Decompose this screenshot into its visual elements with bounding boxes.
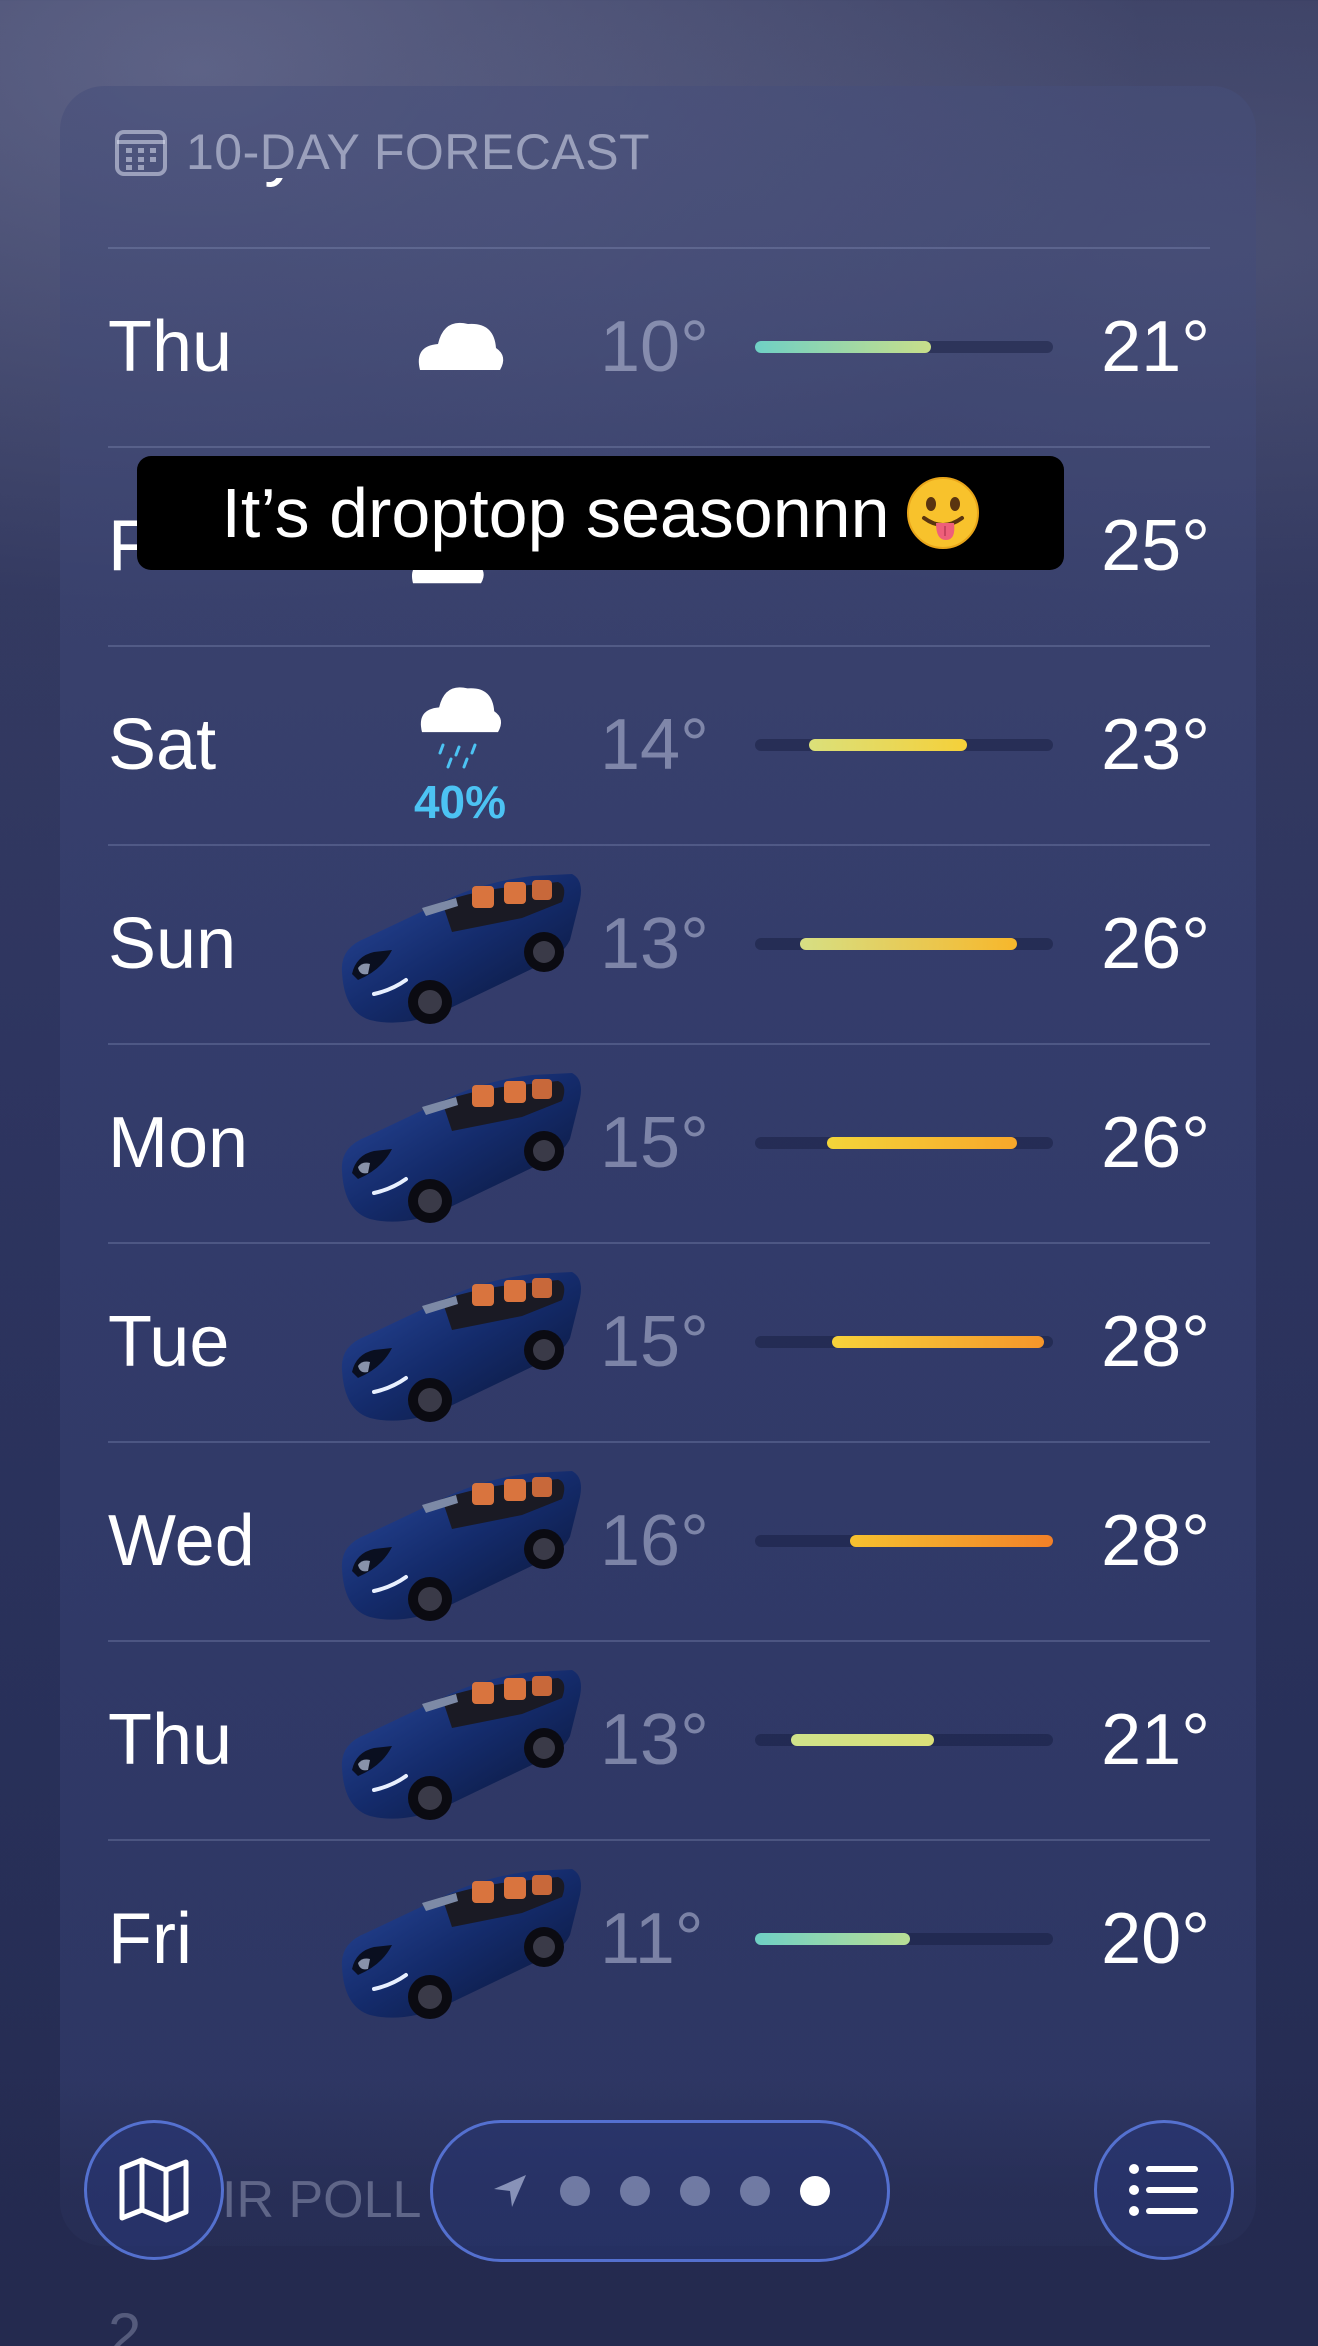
- convertible-car-image: [341, 874, 581, 1024]
- forecast-header: 10-DAY FORECAST: [114, 124, 650, 180]
- high-temperature: 21°: [1101, 307, 1210, 387]
- temperature-range-fill: [755, 341, 931, 353]
- forecast-row[interactable]: Fri 11° 20°: [0, 1839, 1318, 2038]
- forecast-row[interactable]: Tue 15° 28°: [0, 1242, 1318, 1441]
- forecast-day: Mon: [108, 1103, 249, 1183]
- page-dot[interactable]: [680, 2176, 710, 2206]
- high-temperature: 17°: [1050, 178, 1210, 198]
- low-temperature: 15°: [600, 1103, 709, 1183]
- forecast-row[interactable]: Wed 16° 28°: [0, 1441, 1318, 1640]
- convertible-car-image: [341, 1670, 581, 1820]
- forecast-day: Today: [108, 178, 300, 198]
- low-temperature: 11°: [600, 1899, 704, 1979]
- convertible-car-image: [341, 1869, 581, 2019]
- weather-icon-slot: [395, 277, 525, 417]
- list-icon: [1129, 2164, 1198, 2216]
- temperature-range-bar: [755, 1336, 1053, 1348]
- row-divider: [108, 844, 1210, 846]
- low-temperature: 15°: [600, 1302, 709, 1382]
- page-indicator[interactable]: [430, 2120, 890, 2262]
- forecast-day: Tue: [108, 1302, 230, 1382]
- page-dot[interactable]: [740, 2176, 770, 2206]
- forecast-row[interactable]: Sat 40% 14° 23°: [0, 645, 1318, 844]
- temperature-range-fill: [799, 938, 1018, 950]
- row-divider: [108, 1839, 1210, 1841]
- low-temperature: 14°: [600, 705, 709, 785]
- temperature-range-bar: [755, 1535, 1053, 1547]
- row-divider: [108, 446, 1210, 448]
- cloud-icon: [418, 322, 504, 370]
- cloud-icon: [395, 178, 525, 218]
- forecast-day: Thu: [108, 1700, 233, 1780]
- temperature-range-bar: [755, 341, 1053, 353]
- forecast-day: Fri: [108, 1899, 192, 1979]
- calendar-icon: [115, 130, 167, 176]
- row-divider: [108, 645, 1210, 647]
- page-dot[interactable]: [620, 2176, 650, 2206]
- high-temperature: 26°: [1101, 904, 1210, 984]
- temperature-range-bar: [755, 1137, 1053, 1149]
- row-divider: [108, 1640, 1210, 1642]
- temperature-range-fill: [755, 1933, 910, 1945]
- page-dot[interactable]: [560, 2176, 590, 2206]
- low-temperature: 13°: [600, 904, 709, 984]
- row-divider: [108, 1441, 1210, 1443]
- convertible-car-image: [341, 1471, 581, 1621]
- high-temperature: 26°: [1101, 1103, 1210, 1183]
- map-button[interactable]: [84, 2120, 224, 2260]
- forecast-day: Thu: [108, 307, 233, 387]
- high-temperature: 21°: [1101, 1700, 1210, 1780]
- caption-text: It’s droptop seasonnn: [221, 474, 890, 552]
- temperature-range-bar: [755, 938, 1053, 950]
- temperature-range-bar: [755, 1933, 1053, 1945]
- temperature-range-fill: [808, 739, 967, 751]
- forecast-row[interactable]: Thu 10° 21°: [0, 247, 1318, 446]
- next-section-value: 2: [108, 2301, 142, 2346]
- high-temperature: 28°: [1101, 1501, 1210, 1581]
- high-temperature: 25°: [1101, 506, 1210, 586]
- temperature-range-bar: [755, 1734, 1053, 1746]
- precipitation-chance: 40%: [413, 776, 507, 828]
- temperature-range-fill: [850, 1535, 1053, 1547]
- forecast-day: Sat: [108, 705, 217, 785]
- forecast-row[interactable]: Mon 15° 26°: [0, 1043, 1318, 1242]
- video-caption: It’s droptop seasonnn: [137, 456, 1064, 570]
- low-temperature: 13°: [600, 1700, 709, 1780]
- temperature-range-bar: [755, 739, 1053, 751]
- temperature-range-fill: [826, 1137, 1018, 1149]
- weather-icon-slot: [395, 178, 525, 218]
- low-temperature: 16°: [600, 1501, 709, 1581]
- forecast-row[interactable]: Sun 13° 26°: [0, 844, 1318, 1043]
- next-section-title: IR POLL: [222, 2171, 422, 2229]
- forecast-day: Sun: [108, 904, 237, 984]
- high-temperature: 20°: [1101, 1899, 1210, 1979]
- tongue-out-face-emoji: [906, 477, 979, 549]
- high-temperature: 28°: [1101, 1302, 1210, 1382]
- row-divider: [108, 1242, 1210, 1244]
- forecast-row[interactable]: Thu 13° 21°: [0, 1640, 1318, 1839]
- convertible-car-image: [341, 1272, 581, 1422]
- location-arrow-icon: [494, 2175, 526, 2207]
- page-dot-active[interactable]: [800, 2176, 830, 2206]
- city-list-button[interactable]: [1094, 2120, 1234, 2260]
- low-temperature: 10°: [600, 307, 709, 387]
- row-divider: [108, 247, 1210, 249]
- temperature-range-fill: [790, 1734, 934, 1746]
- high-temperature: 23°: [1101, 705, 1210, 785]
- convertible-car-image: [341, 1073, 581, 1223]
- forecast-title: 10-DAY FORECAST: [186, 124, 651, 180]
- forecast-day: Wed: [108, 1501, 255, 1581]
- low-temperature: 10°: [600, 178, 740, 198]
- temperature-range-fill: [832, 1336, 1045, 1348]
- row-divider: [108, 1043, 1210, 1045]
- map-icon: [119, 2157, 189, 2223]
- forecast-row[interactable]: Today 10° 17°: [0, 178, 1318, 247]
